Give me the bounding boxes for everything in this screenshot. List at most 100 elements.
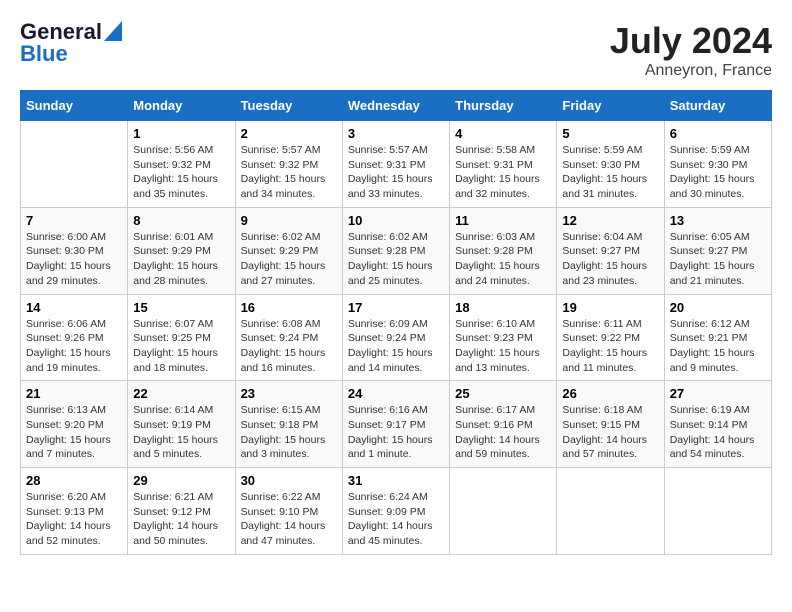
day-info: Sunrise: 5:59 AM Sunset: 9:30 PM Dayligh…	[670, 143, 766, 202]
calendar-week-row: 7 Sunrise: 6:00 AM Sunset: 9:30 PM Daylig…	[21, 207, 772, 294]
day-number: 29	[133, 473, 229, 488]
day-number: 18	[455, 300, 551, 315]
day-info: Sunrise: 6:00 AM Sunset: 9:30 PM Dayligh…	[26, 230, 122, 289]
day-info: Sunrise: 6:10 AM Sunset: 9:23 PM Dayligh…	[455, 317, 551, 376]
day-number: 26	[562, 386, 658, 401]
calendar-cell: 31 Sunrise: 6:24 AM Sunset: 9:09 PM Dayli…	[342, 468, 449, 555]
day-info: Sunrise: 5:56 AM Sunset: 9:32 PM Dayligh…	[133, 143, 229, 202]
day-number: 16	[241, 300, 337, 315]
day-info: Sunrise: 6:01 AM Sunset: 9:29 PM Dayligh…	[133, 230, 229, 289]
calendar-table: SundayMondayTuesdayWednesdayThursdayFrid…	[20, 90, 772, 555]
calendar-cell: 15Sunrise: 6:07 AM Sunset: 9:25 PM Dayli…	[128, 294, 235, 381]
day-number: 7	[26, 213, 122, 228]
day-number: 8	[133, 213, 229, 228]
column-header-saturday: Saturday	[664, 91, 771, 121]
calendar-cell: 29Sunrise: 6:21 AM Sunset: 9:12 PM Dayli…	[128, 468, 235, 555]
calendar-week-row: 28 Sunrise: 6:20 AM Sunset: 9:13 PM Dayli…	[21, 468, 772, 555]
calendar-cell: 30 Sunrise: 6:22 AM Sunset: 9:10 PM Dayli…	[235, 468, 342, 555]
calendar-cell: 21Sunrise: 6:13 AM Sunset: 9:20 PM Dayli…	[21, 381, 128, 468]
day-info: Sunrise: 6:20 AM Sunset: 9:13 PM Dayligh…	[26, 490, 122, 549]
calendar-cell: 10 Sunrise: 6:02 AM Sunset: 9:28 PM Dayli…	[342, 207, 449, 294]
calendar-cell: 16 Sunrise: 6:08 AM Sunset: 9:24 PM Dayli…	[235, 294, 342, 381]
day-number: 24	[348, 386, 444, 401]
calendar-cell: 17 Sunrise: 6:09 AM Sunset: 9:24 PM Dayli…	[342, 294, 449, 381]
calendar-cell: 13 Sunrise: 6:05 AM Sunset: 9:27 PM Dayli…	[664, 207, 771, 294]
calendar-cell: 14 Sunrise: 6:06 AM Sunset: 9:26 PM Dayli…	[21, 294, 128, 381]
calendar-week-row: 1 Sunrise: 5:56 AM Sunset: 9:32 PM Daylig…	[21, 121, 772, 208]
day-info: Sunrise: 6:12 AM Sunset: 9:21 PM Dayligh…	[670, 317, 766, 376]
day-number: 12	[562, 213, 658, 228]
day-info: Sunrise: 6:04 AM Sunset: 9:27 PM Dayligh…	[562, 230, 658, 289]
day-number: 23	[241, 386, 337, 401]
calendar-cell: 18 Sunrise: 6:10 AM Sunset: 9:23 PM Dayli…	[450, 294, 557, 381]
day-info: Sunrise: 6:06 AM Sunset: 9:26 PM Dayligh…	[26, 317, 122, 376]
day-info: Sunrise: 6:05 AM Sunset: 9:27 PM Dayligh…	[670, 230, 766, 289]
day-number: 17	[348, 300, 444, 315]
calendar-cell: 28 Sunrise: 6:20 AM Sunset: 9:13 PM Dayli…	[21, 468, 128, 555]
calendar-cell: 2Sunrise: 5:57 AM Sunset: 9:32 PM Daylig…	[235, 121, 342, 208]
day-info: Sunrise: 6:09 AM Sunset: 9:24 PM Dayligh…	[348, 317, 444, 376]
logo-arrow-icon	[104, 21, 122, 41]
day-info: Sunrise: 6:17 AM Sunset: 9:16 PM Dayligh…	[455, 403, 551, 462]
day-info: Sunrise: 6:24 AM Sunset: 9:09 PM Dayligh…	[348, 490, 444, 549]
calendar-cell: 8 Sunrise: 6:01 AM Sunset: 9:29 PM Daylig…	[128, 207, 235, 294]
main-title: July 2024	[610, 20, 772, 62]
day-info: Sunrise: 5:57 AM Sunset: 9:31 PM Dayligh…	[348, 143, 444, 202]
calendar-cell: 11Sunrise: 6:03 AM Sunset: 9:28 PM Dayli…	[450, 207, 557, 294]
calendar-cell: 5 Sunrise: 5:59 AM Sunset: 9:30 PM Daylig…	[557, 121, 664, 208]
day-info: Sunrise: 6:19 AM Sunset: 9:14 PM Dayligh…	[670, 403, 766, 462]
day-info: Sunrise: 5:59 AM Sunset: 9:30 PM Dayligh…	[562, 143, 658, 202]
day-info: Sunrise: 6:22 AM Sunset: 9:10 PM Dayligh…	[241, 490, 337, 549]
day-number: 10	[348, 213, 444, 228]
calendar-cell: 6 Sunrise: 5:59 AM Sunset: 9:30 PM Daylig…	[664, 121, 771, 208]
calendar-week-row: 21Sunrise: 6:13 AM Sunset: 9:20 PM Dayli…	[21, 381, 772, 468]
day-number: 14	[26, 300, 122, 315]
calendar-cell	[557, 468, 664, 555]
day-number: 4	[455, 126, 551, 141]
day-number: 15	[133, 300, 229, 315]
calendar-cell: 12 Sunrise: 6:04 AM Sunset: 9:27 PM Dayli…	[557, 207, 664, 294]
day-number: 27	[670, 386, 766, 401]
day-info: Sunrise: 6:13 AM Sunset: 9:20 PM Dayligh…	[26, 403, 122, 462]
calendar-cell: 1 Sunrise: 5:56 AM Sunset: 9:32 PM Daylig…	[128, 121, 235, 208]
day-info: Sunrise: 5:58 AM Sunset: 9:31 PM Dayligh…	[455, 143, 551, 202]
calendar-week-row: 14 Sunrise: 6:06 AM Sunset: 9:26 PM Dayli…	[21, 294, 772, 381]
column-header-wednesday: Wednesday	[342, 91, 449, 121]
day-number: 28	[26, 473, 122, 488]
calendar-cell: 22 Sunrise: 6:14 AM Sunset: 9:19 PM Dayli…	[128, 381, 235, 468]
logo: General Blue	[20, 20, 122, 66]
calendar-cell: 26Sunrise: 6:18 AM Sunset: 9:15 PM Dayli…	[557, 381, 664, 468]
calendar-cell: 27 Sunrise: 6:19 AM Sunset: 9:14 PM Dayli…	[664, 381, 771, 468]
calendar-cell: 7 Sunrise: 6:00 AM Sunset: 9:30 PM Daylig…	[21, 207, 128, 294]
column-header-friday: Friday	[557, 91, 664, 121]
day-number: 22	[133, 386, 229, 401]
calendar-cell: 23Sunrise: 6:15 AM Sunset: 9:18 PM Dayli…	[235, 381, 342, 468]
calendar-cell: 25 Sunrise: 6:17 AM Sunset: 9:16 PM Dayli…	[450, 381, 557, 468]
day-number: 5	[562, 126, 658, 141]
sub-title: Anneyron, France	[610, 62, 772, 80]
column-header-sunday: Sunday	[21, 91, 128, 121]
day-number: 20	[670, 300, 766, 315]
day-number: 13	[670, 213, 766, 228]
calendar-cell: 9Sunrise: 6:02 AM Sunset: 9:29 PM Daylig…	[235, 207, 342, 294]
day-info: Sunrise: 6:11 AM Sunset: 9:22 PM Dayligh…	[562, 317, 658, 376]
logo-text-line2: Blue	[20, 42, 122, 66]
page-header: General Blue July 2024 Anneyron, France	[20, 20, 772, 80]
day-number: 11	[455, 213, 551, 228]
day-number: 9	[241, 213, 337, 228]
day-info: Sunrise: 6:02 AM Sunset: 9:28 PM Dayligh…	[348, 230, 444, 289]
calendar-cell	[450, 468, 557, 555]
calendar-cell: 3Sunrise: 5:57 AM Sunset: 9:31 PM Daylig…	[342, 121, 449, 208]
column-header-thursday: Thursday	[450, 91, 557, 121]
calendar-cell: 19Sunrise: 6:11 AM Sunset: 9:22 PM Dayli…	[557, 294, 664, 381]
day-number: 31	[348, 473, 444, 488]
day-number: 1	[133, 126, 229, 141]
day-number: 6	[670, 126, 766, 141]
calendar-cell	[21, 121, 128, 208]
column-header-monday: Monday	[128, 91, 235, 121]
calendar-cell: 4 Sunrise: 5:58 AM Sunset: 9:31 PM Daylig…	[450, 121, 557, 208]
day-number: 30	[241, 473, 337, 488]
day-info: Sunrise: 6:08 AM Sunset: 9:24 PM Dayligh…	[241, 317, 337, 376]
day-number: 25	[455, 386, 551, 401]
day-info: Sunrise: 6:14 AM Sunset: 9:19 PM Dayligh…	[133, 403, 229, 462]
